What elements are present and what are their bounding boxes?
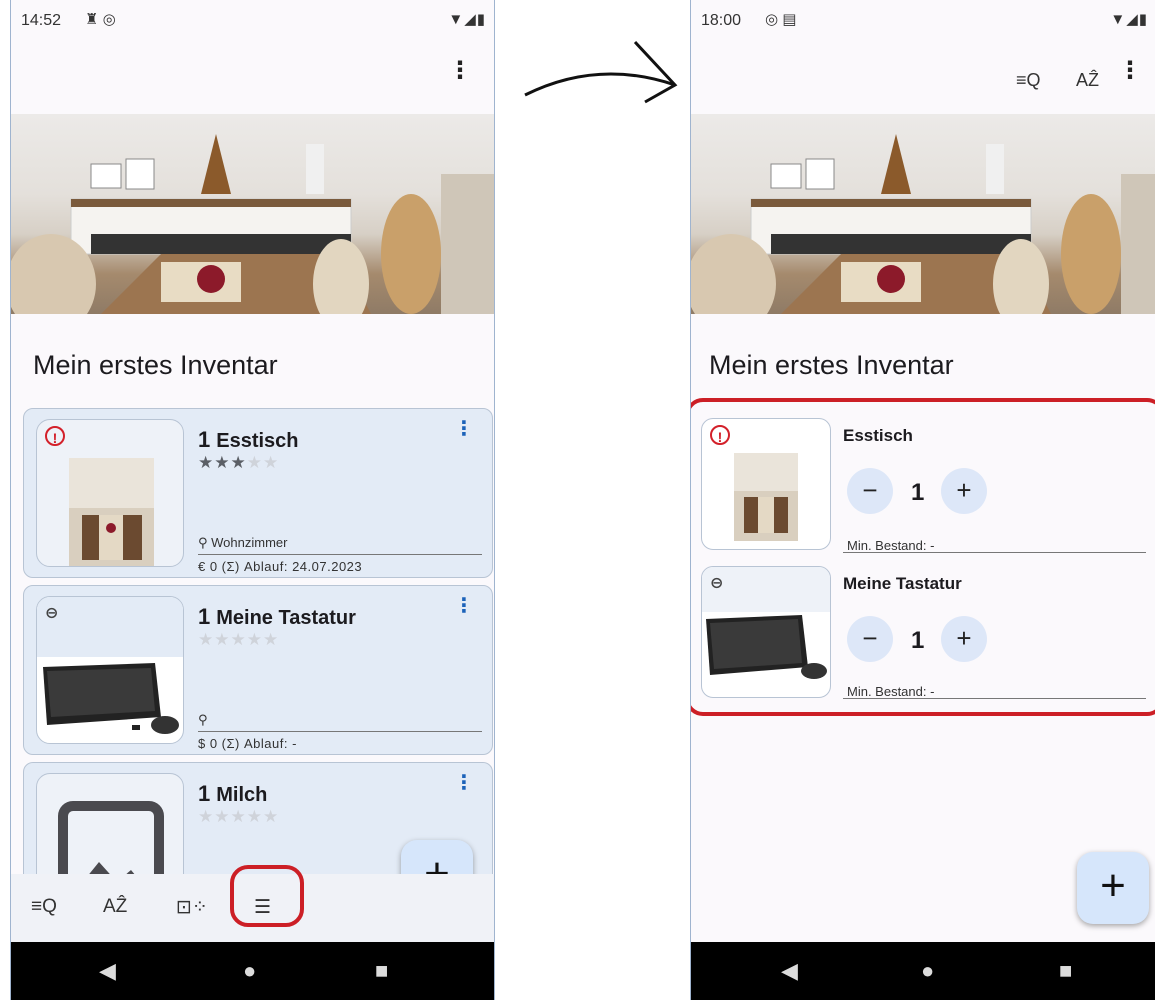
overflow-menu-icon[interactable]: ⋮ <box>448 59 472 83</box>
card-menu-icon[interactable]: ⋮ <box>454 419 474 439</box>
recents-icon[interactable]: ■ <box>1059 958 1072 984</box>
card-menu-icon[interactable]: ⋮ <box>454 596 474 616</box>
inventory-card-esstisch[interactable]: ! 1 Esstisch ★★★★★ ⋮ ⚲ Wohnzimmer € 0 (Σ)… <box>23 408 493 578</box>
system-icons: ▼◢▮ <box>448 11 486 28</box>
app-bar: ⋮ <box>11 40 494 114</box>
item-meta: € 0 (Σ) Ablauf: 24.07.2023 <box>198 559 363 574</box>
item-meta: $ 0 (Σ) Ablauf: - <box>198 736 297 751</box>
rating-stars[interactable]: ★★★★★ <box>198 807 279 827</box>
filter-search-icon[interactable]: ≡Q <box>31 896 57 918</box>
sort-az-icon[interactable]: AẐ <box>103 896 127 918</box>
status-time: 14:52 <box>21 12 62 29</box>
sort-az-icon[interactable]: AẐ <box>1076 70 1099 91</box>
system-navigation-bar: ◀ ● ■ <box>11 942 494 1000</box>
inventory-title: Mein erstes Inventar <box>709 350 954 380</box>
status-notification-icons: ◎ ▤ <box>765 11 797 28</box>
right-screen: 18:00 ◎ ▤ ▼◢▮ ≡Q AẐ ⋮ Mein erstes Invent… <box>690 0 1155 1000</box>
item-name: 1 Milch <box>198 781 268 806</box>
warning-icon: ! <box>45 426 65 446</box>
home-icon[interactable]: ● <box>921 958 934 984</box>
status-bar: 14:52 ♜ ◎ ▼◢▮ <box>11 0 494 40</box>
filter-search-icon[interactable]: ≡Q <box>1016 70 1041 91</box>
inventory-header-image <box>11 114 494 314</box>
inventory-header-image <box>691 114 1155 314</box>
location-pin-icon: ⚲ <box>198 712 208 727</box>
left-screen: 14:52 ♜ ◎ ▼◢▮ ⋮ Mein erstes Inventar ! 1… <box>10 0 495 1000</box>
item-thumbnail: ! <box>36 419 184 567</box>
recents-icon[interactable]: ■ <box>375 958 388 984</box>
inventory-card-tastatur[interactable]: ⊖ 1 Meine Tastatur ★★★★★ ⋮ ⚲ $ 0 (Σ) Abla… <box>23 585 493 755</box>
status-notification-icons: ♜ ◎ <box>85 11 116 28</box>
highlight-list-view <box>230 865 304 927</box>
item-name: 1 Esstisch <box>198 427 299 452</box>
system-icons: ▼◢▮ <box>1110 11 1148 28</box>
card-menu-icon[interactable]: ⋮ <box>454 773 474 793</box>
app-bar: ≡Q AẐ ⋮ <box>691 40 1155 114</box>
inventory-title: Mein erstes Inventar <box>33 350 278 380</box>
gallery-view-icon[interactable]: ⊡⁘ <box>176 896 208 919</box>
divider <box>198 731 482 732</box>
transition-arrow <box>524 40 678 104</box>
divider <box>198 554 482 555</box>
rating-stars[interactable]: ★★★★★ <box>198 453 279 473</box>
system-navigation-bar: ◀ ● ■ <box>691 942 1155 1000</box>
rating-stars[interactable]: ★★★★★ <box>198 630 279 650</box>
back-icon[interactable]: ◀ <box>99 958 116 984</box>
back-icon[interactable]: ◀ <box>781 958 798 984</box>
highlight-compact-list <box>691 398 1155 716</box>
link-icon: ⊖ <box>45 605 59 622</box>
home-icon[interactable]: ● <box>243 958 256 984</box>
item-location: ⚲ Wohnzimmer <box>198 535 288 550</box>
overflow-menu-icon[interactable]: ⋮ <box>1118 59 1142 83</box>
add-item-fab[interactable]: + <box>1077 852 1149 924</box>
item-thumbnail: ⊖ <box>36 596 184 744</box>
status-time: 18:00 <box>701 12 742 29</box>
item-name: 1 Meine Tastatur <box>198 604 356 629</box>
status-bar: 18:00 ◎ ▤ ▼◢▮ <box>691 0 1155 40</box>
